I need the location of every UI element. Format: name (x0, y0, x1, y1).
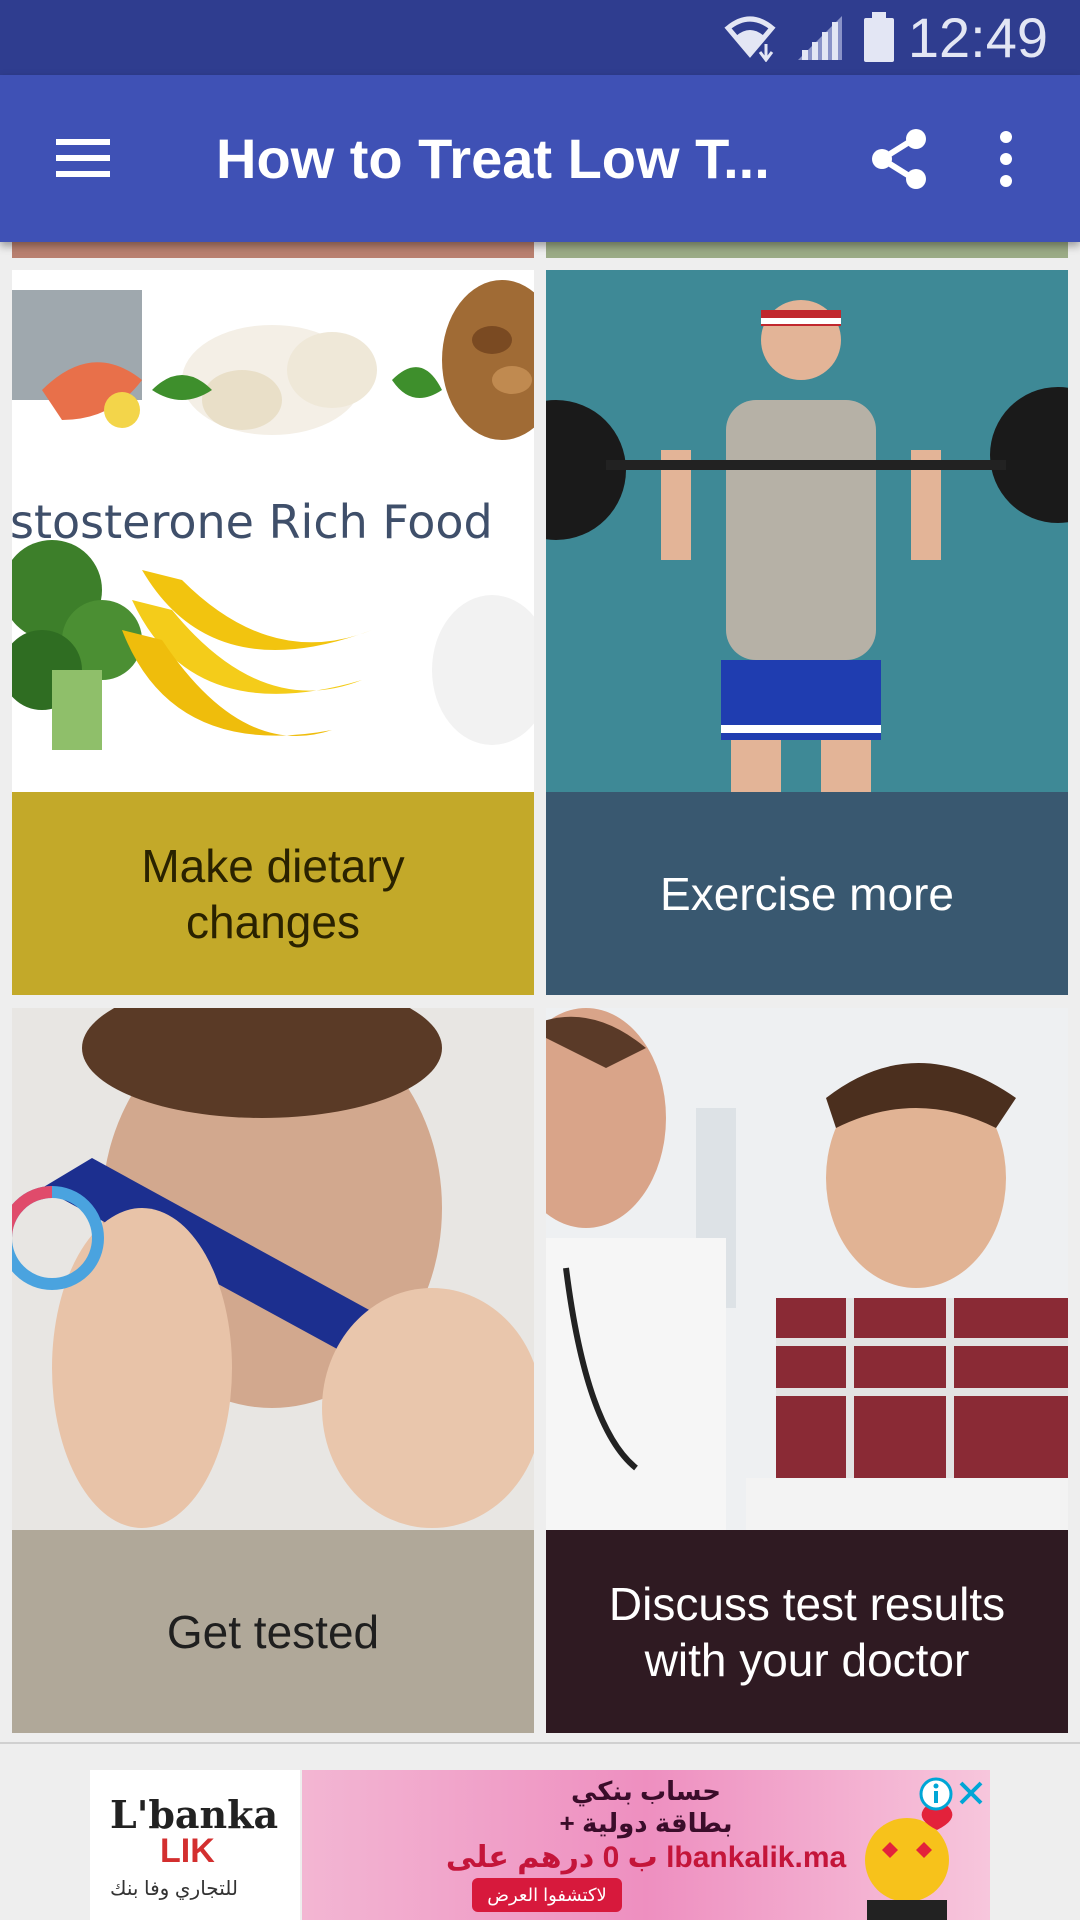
signal-icon (798, 16, 842, 60)
status-time: 12:49 (907, 6, 1048, 69)
card-label: Exercise more (546, 792, 1068, 995)
card-image (546, 1008, 1068, 1530)
more-vert-icon[interactable] (992, 127, 1020, 191)
card-label: Get tested (12, 1530, 534, 1733)
battery-icon (864, 12, 894, 62)
ad-brand-sub: LIK (160, 1832, 215, 1870)
card-get-tested[interactable]: Get tested (12, 1008, 534, 1733)
previous-card-edge (12, 242, 534, 258)
app-bar: How to Treat Low T... (0, 75, 1080, 242)
ad-info-icon[interactable] (918, 1776, 954, 1812)
ad-brand-logo: L'banka LIK للتجاري وفا بنك (90, 1770, 302, 1920)
card-grid: stosterone Rich Food Make dietary change… (0, 242, 1080, 1742)
ad-close-icon[interactable] (956, 1778, 986, 1808)
divider (0, 1742, 1080, 1744)
card-label: Make dietary changes (12, 792, 534, 995)
card-image (12, 1008, 534, 1530)
card-dietary-changes[interactable]: stosterone Rich Food Make dietary change… (12, 270, 534, 995)
ad-cta-button[interactable]: لاكتشفوا العرض (472, 1878, 622, 1912)
previous-card-edge (546, 242, 1068, 258)
wifi-icon (724, 16, 776, 62)
ad-brand-tagline: للتجاري وفا بنك (110, 1878, 238, 1900)
ad-brand-main: L'banka (110, 1792, 279, 1837)
card-label: Discuss test results with your doctor (546, 1530, 1068, 1733)
card-image: stosterone Rich Food (12, 270, 534, 792)
ad-banner[interactable]: L'banka LIK للتجاري وفا بنك حساب بنكي + … (90, 1770, 990, 1920)
card-image (546, 270, 1068, 792)
share-icon[interactable] (868, 127, 932, 191)
card-exercise-more[interactable]: Exercise more (546, 270, 1068, 995)
card-discuss-results[interactable]: Discuss test results with your doctor (546, 1008, 1068, 1733)
ad-creative: حساب بنكي + بطاقة دولية ب 0 درهم على lba… (302, 1770, 990, 1920)
menu-icon[interactable] (52, 133, 114, 183)
status-bar: 12:49 (0, 0, 1080, 75)
image-caption: stosterone Rich Food (12, 495, 493, 549)
page-title: How to Treat Low T... (216, 127, 770, 190)
